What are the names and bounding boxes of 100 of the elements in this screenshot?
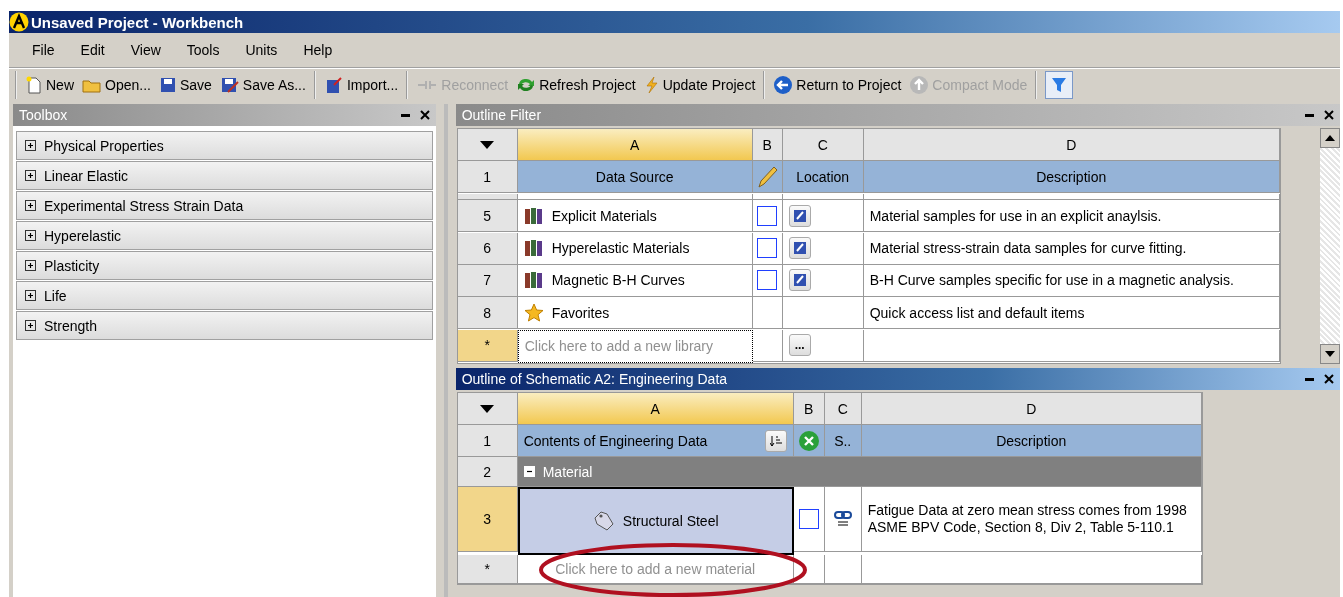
category-label: Physical Properties — [44, 137, 164, 154]
image-icon — [792, 208, 807, 223]
column-header: Data Source — [517, 161, 753, 194]
row-number: 1 — [457, 425, 518, 457]
window-title: Unsaved Project - Workbench — [31, 13, 244, 31]
toolbox-category[interactable]: Linear Elastic — [16, 161, 433, 190]
dropdown-caret-icon[interactable] — [479, 139, 496, 150]
toolbox-category[interactable]: Physical Properties — [16, 131, 433, 160]
location-button[interactable] — [788, 237, 811, 259]
description-cell: Fatigue Data at zero mean stress comes from 1998 ASME BPV Code, Section 8, Div 2, Table 5-110.1 — [861, 487, 1202, 552]
row-number: 3 — [457, 487, 518, 552]
menu-item[interactable]: View — [117, 42, 174, 58]
scrollbar[interactable] — [1320, 128, 1340, 364]
description-cell: Material stress-strain data samples for curve fitting. — [863, 232, 1280, 265]
column-letter: B — [752, 129, 783, 161]
close-icon[interactable] — [1324, 374, 1334, 384]
panel-title: Outline Filter — [461, 107, 542, 123]
toolbar-button[interactable]: Open... — [78, 76, 155, 94]
scroll-down-icon[interactable] — [1325, 351, 1335, 357]
toolbar-button[interactable]: Update Project — [639, 76, 760, 94]
refresh-icon — [516, 76, 537, 94]
minimize-icon[interactable] — [1305, 113, 1314, 117]
library-name: Hyperelastic Materials — [551, 240, 690, 256]
row-number: 8 — [457, 297, 518, 330]
save-icon — [158, 76, 177, 94]
checkbox[interactable] — [757, 270, 778, 291]
toolbar-button[interactable]: New — [21, 76, 78, 94]
close-icon[interactable] — [1324, 110, 1334, 120]
link-icon — [832, 509, 853, 529]
new-document-icon — [25, 76, 43, 94]
column-header: Location — [782, 161, 864, 194]
column-letter: A — [517, 129, 753, 161]
image-icon — [792, 273, 807, 288]
expand-icon[interactable] — [25, 200, 36, 211]
scroll-up-icon[interactable] — [1325, 135, 1335, 141]
app-logo-icon — [9, 12, 29, 32]
expand-icon[interactable] — [25, 230, 36, 241]
minimize-icon[interactable] — [1305, 377, 1314, 381]
checkbox[interactable] — [798, 509, 819, 529]
menu-item[interactable]: File — [19, 42, 68, 58]
category-label: Hyperelastic — [44, 227, 122, 244]
description-cell: Material samples for use in an explicit anaylsis. — [863, 200, 1280, 233]
category-label: Experimental Stress Strain Data — [44, 197, 244, 214]
column-letter: B — [793, 393, 825, 425]
category-label: Linear Elastic — [44, 167, 129, 184]
books-icon — [523, 238, 544, 258]
checkbox[interactable] — [757, 205, 778, 226]
description-cell: Quick access list and default items — [863, 297, 1280, 330]
image-icon — [792, 241, 807, 255]
books-icon — [523, 205, 544, 226]
save-as-icon — [219, 76, 240, 94]
library-name: Favorites — [551, 304, 610, 321]
expand-icon[interactable] — [25, 140, 36, 151]
toolbox-category[interactable]: Hyperelastic — [16, 221, 433, 250]
menu-item[interactable]: Tools — [173, 42, 233, 58]
toolbox-category[interactable]: Plasticity — [16, 251, 433, 280]
panel-title: Outline of Schematic A2: Engineering Data — [461, 371, 728, 387]
expand-icon[interactable] — [25, 320, 36, 331]
toolbox-category[interactable]: Life — [16, 281, 433, 310]
toolbar-button[interactable]: Save — [154, 76, 216, 94]
toolbar-button[interactable]: Return to Project — [769, 75, 906, 95]
collapse-icon[interactable] — [523, 466, 535, 477]
menu-item[interactable]: Help — [290, 42, 346, 58]
row-number: 1 — [457, 161, 518, 194]
column-header: Contents of Engineering Data — [523, 432, 708, 449]
row-number: 7 — [457, 264, 518, 297]
toolbox-category[interactable]: Experimental Stress Strain Data — [16, 191, 433, 220]
browse-button[interactable]: ... — [788, 334, 811, 357]
column-letter: C — [824, 393, 862, 425]
menu-item[interactable]: Units — [232, 42, 291, 58]
row-number: 5 — [457, 200, 518, 233]
toolbar-button[interactable]: Save As... — [215, 76, 310, 94]
group-label: Material — [542, 463, 593, 480]
filter-button[interactable] — [1045, 71, 1074, 99]
column-letter: D — [861, 393, 1202, 425]
dropdown-caret-icon[interactable] — [479, 403, 496, 414]
expand-icon[interactable] — [25, 290, 36, 301]
books-icon — [523, 270, 544, 291]
material-cell[interactable]: Structural Steel — [517, 487, 794, 555]
expand-icon[interactable] — [25, 260, 36, 271]
close-icon[interactable] — [419, 110, 430, 120]
star-icon — [523, 302, 544, 323]
column-letter: C — [782, 129, 864, 161]
toolbar-button[interactable]: Import... — [319, 76, 403, 94]
expand-icon[interactable] — [25, 170, 36, 181]
location-button[interactable] — [788, 204, 811, 227]
category-label: Strength — [44, 317, 97, 334]
menu-item[interactable]: Edit — [67, 42, 118, 58]
toolbox-category[interactable]: Strength — [16, 311, 433, 340]
checkbox[interactable] — [757, 238, 778, 258]
library-name: Explicit Materials — [551, 207, 657, 224]
description-cell: B-H Curve samples specific for use in a magnetic analysis. — [863, 264, 1280, 297]
minimize-icon[interactable] — [400, 113, 410, 117]
location-button[interactable] — [788, 269, 811, 292]
column-letter: D — [863, 129, 1280, 161]
material-name: Structural Steel — [622, 513, 719, 529]
column-header: S.. — [824, 425, 862, 457]
column-header: Description — [863, 161, 1280, 194]
toolbar-button[interactable]: Refresh Project — [512, 76, 640, 94]
sort-button[interactable] — [764, 429, 787, 452]
